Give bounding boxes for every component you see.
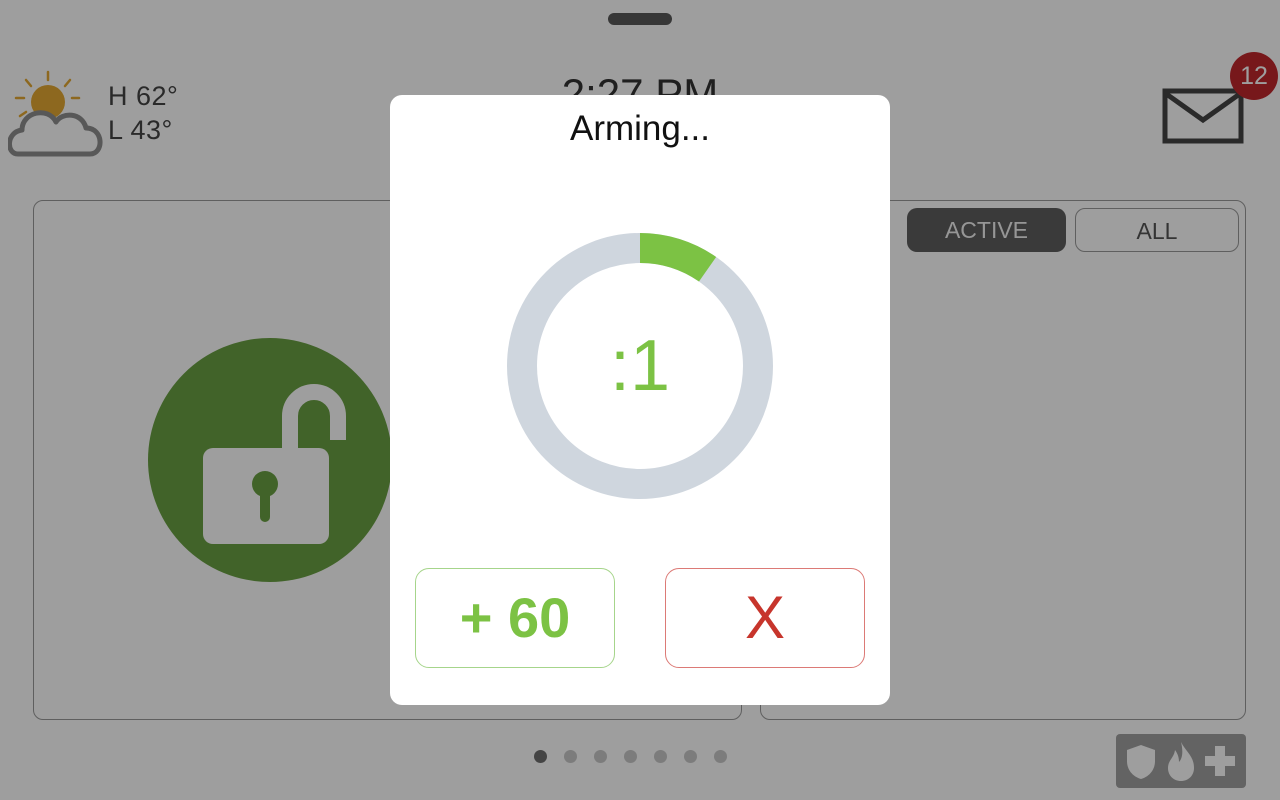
extend-delay-button[interactable]: + 60 — [415, 568, 615, 668]
cancel-arming-button[interactable]: X — [665, 568, 865, 668]
dialog-title: Arming... — [569, 109, 711, 148]
countdown-seconds: :1 — [609, 326, 671, 406]
arming-dialog: Arming... :1 + 60 X — [390, 95, 890, 705]
